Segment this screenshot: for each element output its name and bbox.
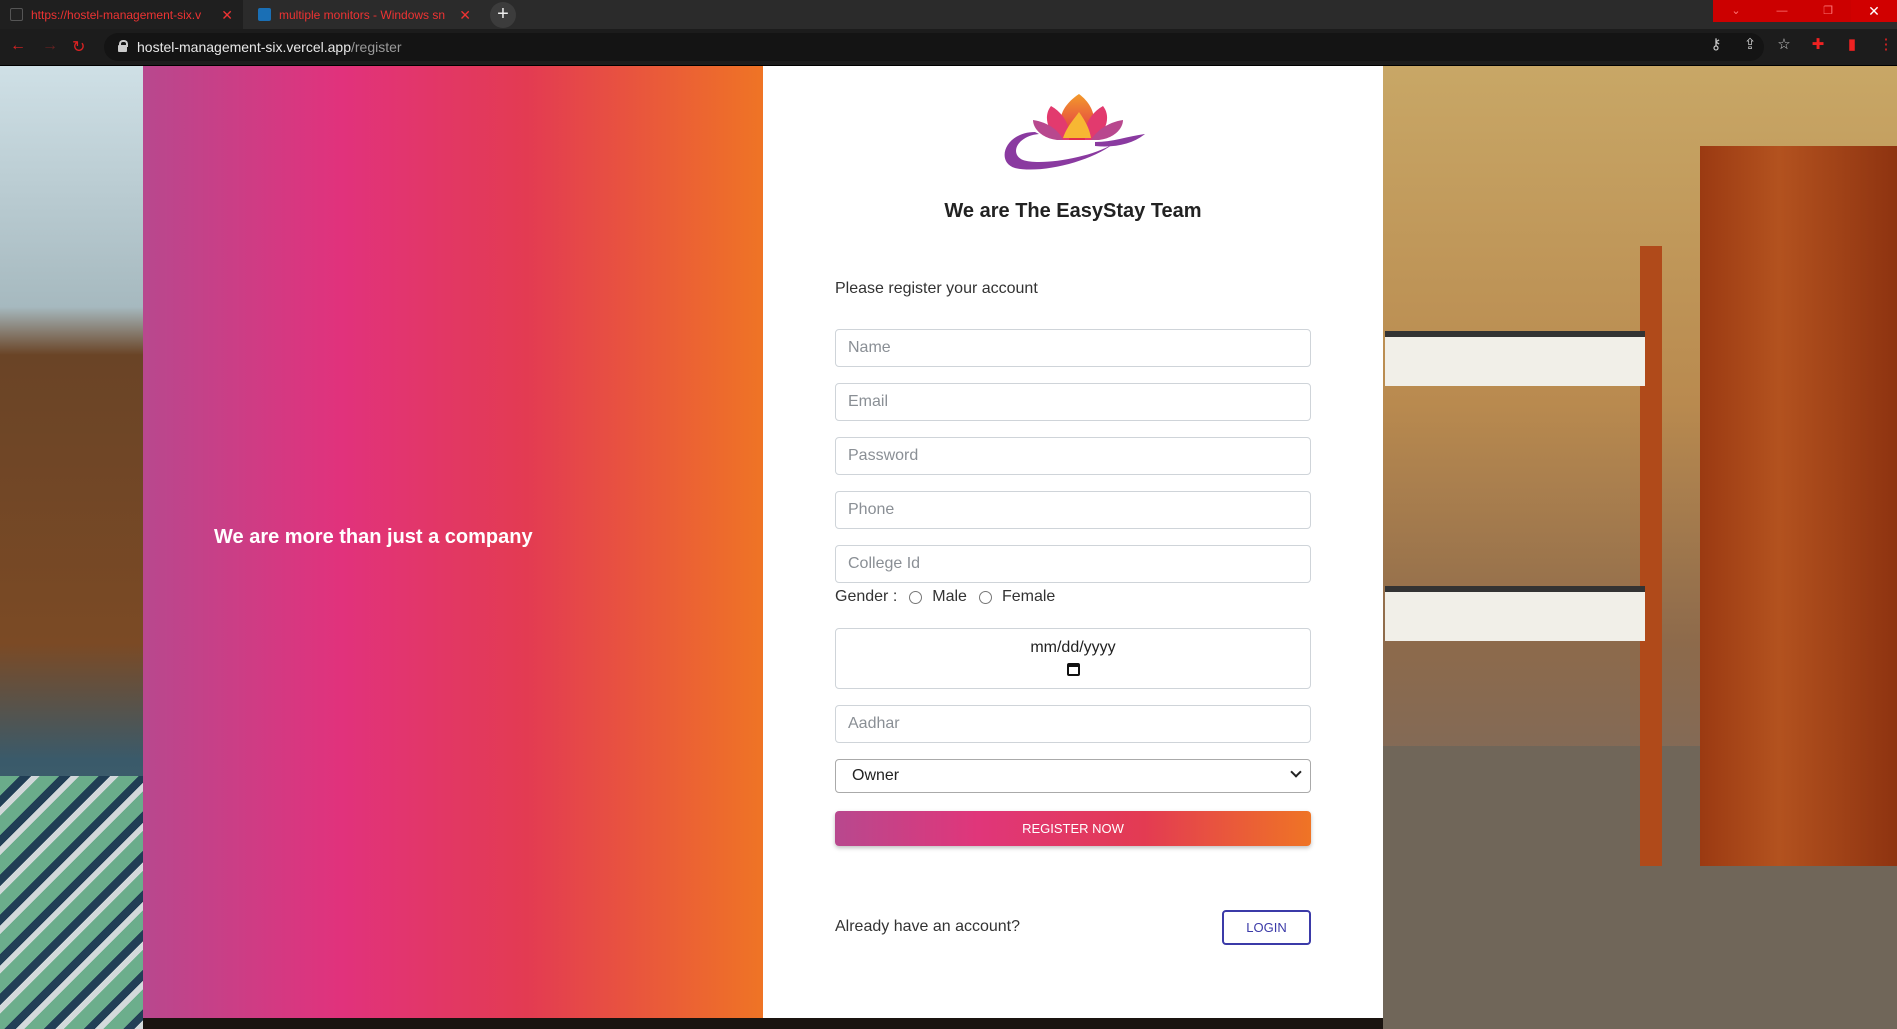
background-bunk-bottom <box>1385 586 1645 641</box>
tab-search-icon[interactable]: ⌄ <box>1713 0 1759 22</box>
password-input[interactable] <box>835 437 1311 475</box>
url-field[interactable]: hostel-management-six.vercel.app/registe… <box>104 33 1764 61</box>
url-host: hostel-management-six.vercel.app <box>137 39 351 55</box>
register-card: We are The EasyStay Team Please register… <box>763 66 1383 1018</box>
female-radio[interactable] <box>978 590 992 604</box>
hero-panel: We are more than just a company <box>143 66 763 1018</box>
toolbar-icons: ⚷ ⇪ ☆ ✚ ▮ ⋮ <box>1705 35 1897 53</box>
already-account-text: Already have an account? <box>835 918 1021 935</box>
minimize-icon[interactable]: — <box>1759 0 1805 22</box>
login-button[interactable]: LOGIN <box>1222 910 1311 945</box>
url-path: /register <box>351 39 402 55</box>
female-label[interactable]: Female <box>1002 588 1055 606</box>
window-controls: ⌄ — ❐ ✕ <box>1713 0 1897 22</box>
calendar-icon[interactable] <box>1066 663 1080 676</box>
share-icon[interactable]: ⇪ <box>1739 35 1761 53</box>
male-radio[interactable] <box>909 590 923 604</box>
name-input[interactable] <box>835 329 1311 367</box>
lock-icon[interactable] <box>118 40 128 52</box>
dob-date-input[interactable]: mm/dd/yyyy <box>835 628 1311 689</box>
college-id-input[interactable] <box>835 545 1311 583</box>
register-now-button[interactable]: REGISTER NOW <box>835 811 1311 846</box>
star-icon[interactable]: ☆ <box>1773 35 1795 53</box>
background-pillow <box>0 776 143 1029</box>
menu-icon[interactable]: ⋮ <box>1875 35 1897 53</box>
close-tab-icon[interactable]: ✕ <box>459 8 471 22</box>
form-prompt: Please register your account <box>835 280 1038 297</box>
tab-favicon-icon <box>258 8 271 21</box>
aadhar-input[interactable] <box>835 705 1311 743</box>
role-selected-value: Owner <box>852 767 900 784</box>
phone-input[interactable] <box>835 491 1311 529</box>
address-bar: ← → ↻ hostel-management-six.vercel.app/r… <box>0 29 1897 66</box>
window-close-icon[interactable]: ✕ <box>1851 0 1897 22</box>
form-heading: We are The EasyStay Team <box>944 200 1202 222</box>
background-door <box>1700 146 1897 866</box>
extensions-icon[interactable]: ✚ <box>1807 35 1829 53</box>
role-select[interactable]: Owner <box>835 759 1311 793</box>
reload-icon[interactable]: ↻ <box>72 37 85 57</box>
restore-icon[interactable]: ❐ <box>1805 0 1851 22</box>
male-label[interactable]: Male <box>932 588 967 606</box>
tab-title: https://hostel-management-six.v <box>31 7 202 22</box>
background-bunk-top <box>1385 331 1645 386</box>
browser-tab-register[interactable]: https://hostel-management-six.v ✕ <box>0 0 243 29</box>
hero-tagline: We are more than just a company <box>214 525 533 548</box>
tab-title: multiple monitors - Windows sn <box>279 7 446 22</box>
gender-label: Gender : <box>835 588 898 605</box>
side-panel-icon[interactable]: ▮ <box>1841 35 1863 53</box>
date-placeholder: mm/dd/yyyy <box>1030 639 1116 656</box>
tab-favicon-icon <box>10 8 23 21</box>
browser-tab-monitors[interactable]: multiple monitors - Windows sn ✕ <box>248 0 481 29</box>
gender-group: Gender : Male Female <box>835 588 1055 606</box>
back-icon[interactable]: ← <box>10 37 26 55</box>
close-tab-icon[interactable]: ✕ <box>221 8 233 22</box>
browser-tab-bar: https://hostel-management-six.v ✕ multip… <box>0 0 1897 29</box>
background-strip <box>143 1018 1383 1029</box>
forward-icon[interactable]: → <box>42 37 58 55</box>
page-viewport: We are more than just a company We are T… <box>0 66 1897 1029</box>
key-icon[interactable]: ⚷ <box>1705 35 1727 53</box>
email-input[interactable] <box>835 383 1311 421</box>
chevron-down-icon <box>1290 766 1302 778</box>
url-text: hostel-management-six.vercel.app/registe… <box>137 39 402 55</box>
lotus-logo <box>1004 94 1145 170</box>
new-tab-button[interactable]: + <box>490 2 516 28</box>
